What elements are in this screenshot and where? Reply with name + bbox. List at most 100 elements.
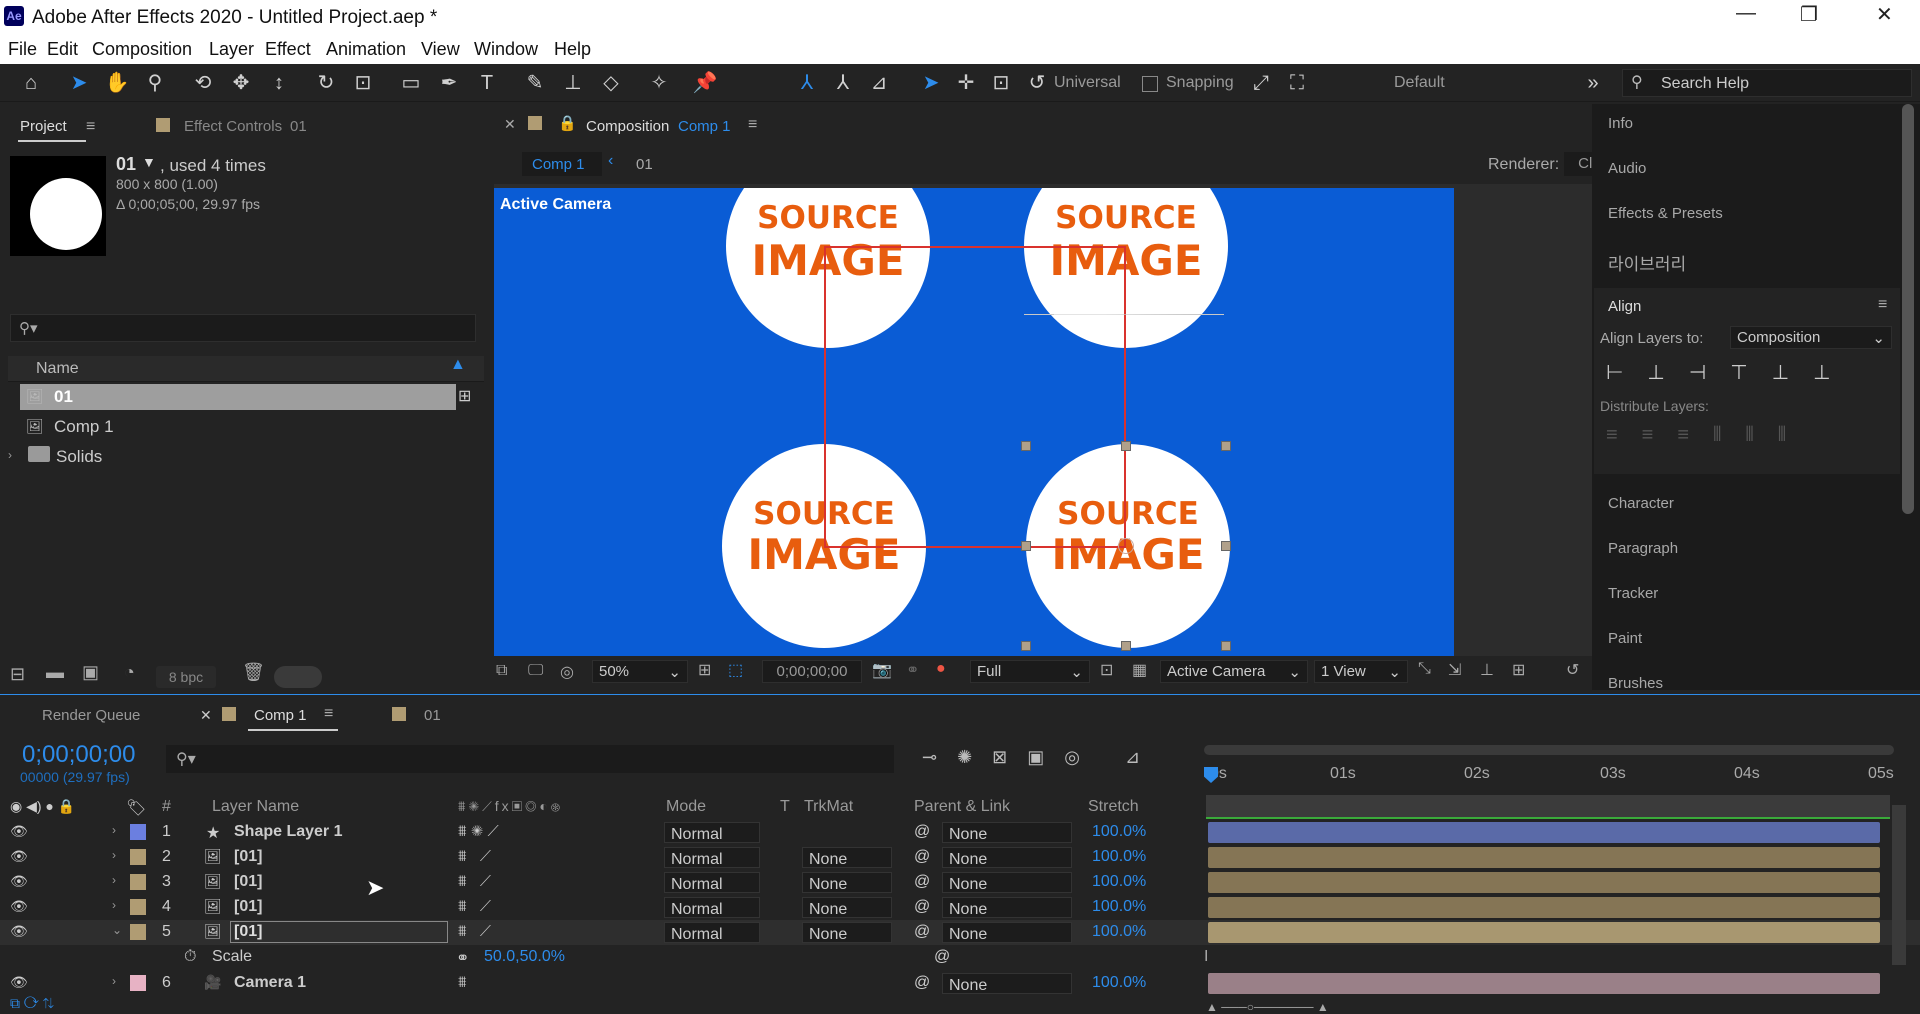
align-menu-icon[interactable]: ≡	[1878, 296, 1887, 314]
view-layout-select[interactable]: 1 View ⌄	[1314, 660, 1408, 683]
menu-animation[interactable]: Animation	[326, 39, 406, 60]
fast-preview-icon[interactable]: ⇲	[1448, 660, 1461, 680]
dolly-camera-icon[interactable]: ↕	[266, 70, 292, 96]
close-timeline-tab-icon[interactable]: ✕	[200, 707, 212, 724]
stretch-value[interactable]: 100.0%	[1092, 923, 1146, 941]
collapse-chevron-icon[interactable]: ⌄	[112, 923, 122, 937]
view-axis-icon[interactable]: ⊿	[866, 70, 892, 96]
project-settings-icon[interactable]: ◔	[124, 662, 135, 683]
shy-switch-icon[interactable]: ⩩	[458, 974, 467, 992]
expand-chevron-icon[interactable]: ›	[112, 823, 116, 837]
composition-tab[interactable]: Composition	[586, 118, 669, 135]
align-buttons-icon[interactable]: ⊢⊥⊣⊤⊥⊥	[1606, 360, 1855, 385]
right-panel-scrollbar[interactable]	[1902, 104, 1914, 514]
new-folder-icon[interactable]: ▬	[46, 662, 64, 683]
work-area-range[interactable]	[1206, 795, 1890, 819]
pickwhip-icon[interactable]: @	[914, 974, 930, 992]
visibility-eye-icon[interactable]: 👁	[10, 974, 28, 991]
timeline-bottom-icons[interactable]: ⧉ ⟳ ⇅	[10, 995, 54, 1012]
pickwhip-icon[interactable]: @	[914, 848, 930, 866]
transform-handle[interactable]	[1221, 641, 1231, 651]
rectangle-tool-icon[interactable]: ▭	[398, 70, 424, 96]
timeline-scrollbar[interactable]	[1892, 805, 1906, 965]
layer-duration-bar[interactable]	[1208, 872, 1880, 893]
comp-viewer[interactable]: Active Camera SOURCE IMAGE SOURCE IMAGE SO…	[494, 184, 1592, 656]
delete-icon[interactable]: 🗑	[242, 662, 265, 683]
layer-name[interactable]: Shape Layer 1	[234, 823, 343, 841]
puppet-pin-icon[interactable]: 📌	[692, 70, 718, 96]
expression-pickwhip-icon[interactable]: @	[934, 948, 950, 966]
expand-chevron-icon[interactable]: ›	[112, 848, 116, 862]
transform-handle[interactable]	[1121, 441, 1131, 451]
toggle-pixel-icon[interactable]: ⤡	[1418, 660, 1431, 678]
transform-handle[interactable]	[1021, 441, 1031, 451]
pickwhip-icon[interactable]: @	[914, 923, 930, 941]
flowchart-icon[interactable]: ⊞	[1512, 660, 1525, 680]
roto-brush-icon[interactable]: ✧	[646, 70, 672, 96]
new-composition-icon[interactable]: ▣	[82, 662, 99, 683]
timeline-search-input[interactable]: ⚲▾	[166, 745, 894, 773]
character-panel[interactable]: Character	[1594, 484, 1900, 524]
effect-controls-tab[interactable]: Effect Controls	[184, 118, 282, 135]
interpret-footage-icon[interactable]: ⊟	[10, 664, 25, 685]
stretch-value[interactable]: 100.0%	[1092, 873, 1146, 891]
expand-workspaces-icon[interactable]: »	[1580, 70, 1606, 96]
breadcrumb-comp1[interactable]: Comp 1	[522, 152, 602, 176]
visibility-eye-icon[interactable]: 👁	[10, 923, 28, 940]
project-zoom-slider[interactable]	[274, 666, 322, 688]
transform-handle[interactable]	[1221, 541, 1231, 551]
name-column-header[interactable]: Name	[36, 360, 79, 378]
timeline-icon[interactable]: ⊥	[1480, 660, 1494, 680]
hand-tool-icon[interactable]: ✋	[104, 70, 130, 96]
close-icon[interactable]: ✕	[1876, 2, 1893, 27]
effects-presets-panel[interactable]: Effects & Presets	[1594, 194, 1900, 234]
comp-menu-icon[interactable]: ≡	[748, 116, 757, 134]
layer-duration-bar[interactable]	[1208, 973, 1880, 994]
snap-features-icon[interactable]: ⛶	[1284, 70, 1310, 96]
parent-select[interactable]: None	[942, 922, 1072, 943]
constrain-proportions-icon[interactable]: ⚭	[456, 948, 469, 968]
stretch-value[interactable]: 100.0%	[1092, 898, 1146, 916]
menu-help[interactable]: Help	[554, 39, 591, 60]
layer-duration-bar[interactable]	[1208, 822, 1880, 843]
project-item-solids[interactable]: › Solids	[8, 444, 456, 470]
anchor-point-icon[interactable]	[1118, 538, 1134, 554]
layer-name[interactable]: [01]	[234, 923, 262, 941]
layer-row[interactable]: 👁 › 1 ★ Shape Layer 1 ⩩ ✺ ⟋ Normal @ Non…	[0, 820, 1920, 845]
resolution-select[interactable]: Full ⌄	[970, 660, 1090, 683]
pickwhip-icon[interactable]: @	[914, 898, 930, 916]
stretch-value[interactable]: 100.0%	[1092, 974, 1146, 992]
transform-handle[interactable]	[1021, 641, 1031, 651]
close-comp-tab-icon[interactable]: ✕	[504, 116, 516, 133]
blend-mode-select[interactable]: Normal	[664, 847, 760, 868]
transform-handle[interactable]	[1121, 641, 1131, 651]
menu-view[interactable]: View	[421, 39, 460, 60]
layer-duration-bar[interactable]	[1208, 922, 1880, 943]
layer-label-color[interactable]	[130, 924, 146, 940]
transform-handle[interactable]	[1021, 541, 1031, 551]
monitor-icon[interactable]: 🖵	[528, 662, 543, 680]
shy-switch-icon[interactable]: ⩩ ⟋	[458, 848, 491, 866]
stretch-value[interactable]: 100.0%	[1092, 823, 1146, 841]
parent-select[interactable]: None	[942, 872, 1072, 893]
snapping-checkbox[interactable]	[1142, 76, 1158, 92]
comp-canvas[interactable]: Active Camera SOURCE IMAGE SOURCE IMAGE SO…	[494, 188, 1454, 656]
snapshot-icon[interactable]: 📷	[872, 660, 892, 680]
channel-icon[interactable]: ●	[936, 660, 946, 678]
brush-tool-icon[interactable]: ✎	[522, 70, 548, 96]
layer-row[interactable]: 👁 › 2 🖼 [01] ⩩ ⟋ Normal None @ None 100.…	[0, 845, 1920, 870]
layer-label-color[interactable]	[130, 874, 146, 890]
blend-mode-select[interactable]: Normal	[664, 922, 760, 943]
shy-switch-icon[interactable]: ⩩ ✺ ⟋	[458, 823, 499, 841]
workspace-label[interactable]: Default	[1394, 74, 1445, 92]
selection-tool-icon[interactable]: ➤	[66, 70, 92, 96]
layer-duration-bar[interactable]	[1208, 847, 1880, 868]
clone-stamp-icon[interactable]: ⊥	[560, 70, 586, 96]
region-of-interest-icon[interactable]: ⊡	[1100, 660, 1113, 680]
timeline-comp1-tab[interactable]: Comp 1	[254, 707, 307, 724]
menu-composition[interactable]: Composition	[92, 39, 192, 60]
timeline-menu-icon[interactable]: ≡	[324, 705, 333, 723]
pan-behind-icon[interactable]: ⊡	[350, 70, 376, 96]
pen-tool-icon[interactable]: ✒	[436, 70, 462, 96]
footage-dropdown-icon[interactable]: ▼	[142, 154, 156, 170]
